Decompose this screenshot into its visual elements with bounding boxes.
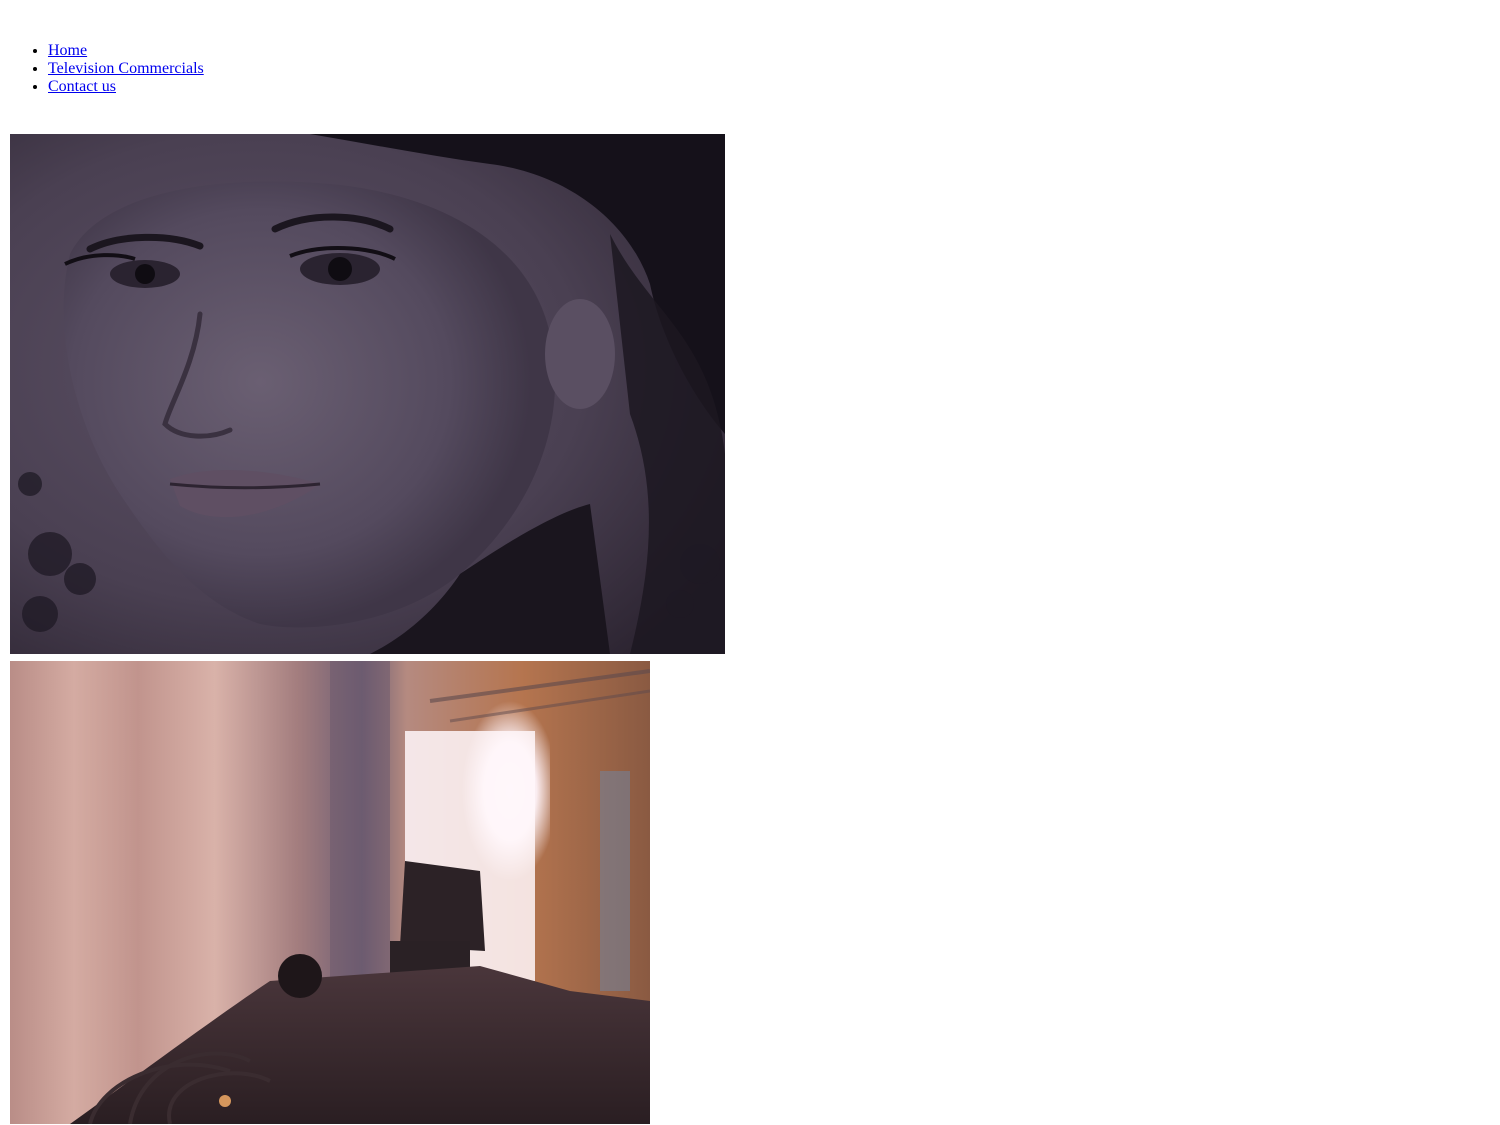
nav-item-contact-us: Contact us	[48, 78, 204, 96]
nav-item-home: Home	[48, 42, 204, 60]
nav-link-television-commercials[interactable]: Television Commercials	[48, 60, 204, 77]
portrait-photo	[10, 134, 725, 654]
camera-image-icon	[10, 661, 650, 1124]
nav-link-home[interactable]: Home	[48, 42, 87, 59]
nav-link-contact-us[interactable]: Contact us	[48, 78, 116, 95]
camera-photo	[10, 661, 650, 1124]
nav-item-television-commercials: Television Commercials	[48, 60, 204, 78]
portrait-image-icon	[10, 134, 725, 654]
page: Home Television Commercials Contact us	[0, 0, 1500, 1125]
main-nav: Home Television Commercials Contact us	[0, 42, 204, 96]
